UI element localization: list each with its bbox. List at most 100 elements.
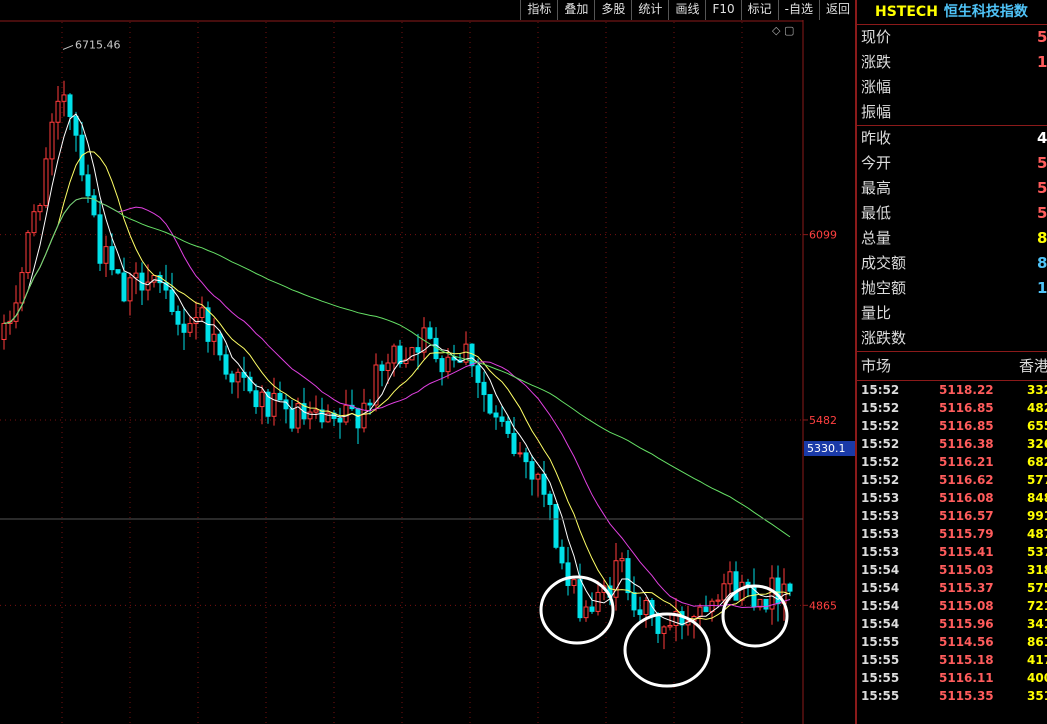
ticks-header-region: 香港 bbox=[1019, 357, 1047, 375]
candle-body bbox=[373, 364, 379, 406]
candle-body bbox=[31, 211, 37, 234]
candle-body bbox=[13, 302, 19, 322]
candle-body bbox=[481, 381, 487, 396]
candle-body bbox=[643, 599, 649, 616]
candle-body bbox=[739, 581, 745, 601]
candle-body bbox=[619, 558, 625, 562]
candle-body bbox=[127, 277, 133, 302]
tick-list: 15:52 5118.22 332 15:52 5116.85 482 15:52 5116.… bbox=[857, 381, 1047, 705]
index-code: HSTECH bbox=[875, 4, 938, 20]
candle-body bbox=[109, 246, 115, 271]
quote-panel: HSTECH 恒生科技指数 现价 51 涨跌 1 涨幅振幅 昨收 49 今开 50 最高 51 最低 5… bbox=[855, 0, 1047, 724]
candle-body bbox=[535, 473, 541, 480]
tick-volume: 655 bbox=[1027, 419, 1047, 433]
quote-value: 87 bbox=[1037, 254, 1047, 272]
tick-volume: 417 bbox=[1027, 653, 1047, 667]
tick-time: 15:53 bbox=[861, 509, 900, 523]
tick-row: 15:55 5116.11 400 bbox=[857, 669, 1047, 687]
candle-body bbox=[475, 365, 481, 383]
candle-body bbox=[313, 409, 319, 413]
quote-label: 涨跌 bbox=[861, 53, 892, 71]
quote-label: 涨跌数 bbox=[861, 329, 907, 347]
tick-price: 5116.08 bbox=[939, 491, 994, 505]
quote-header: HSTECH 恒生科技指数 bbox=[857, 0, 1047, 24]
candle-body bbox=[517, 452, 523, 455]
candle-body bbox=[115, 269, 121, 274]
tick-volume: 326 bbox=[1027, 437, 1047, 451]
tick-row: 15:52 5116.62 577 bbox=[857, 471, 1047, 489]
tick-row: 15:54 5115.03 318 bbox=[857, 561, 1047, 579]
candle-body bbox=[541, 473, 547, 495]
candle-body bbox=[343, 404, 349, 423]
candle-body bbox=[547, 493, 553, 505]
tick-row: 15:53 5116.57 991 bbox=[857, 507, 1047, 525]
tick-volume: 332 bbox=[1027, 383, 1047, 397]
candle-body bbox=[727, 571, 733, 585]
quote-value: 8 bbox=[1037, 229, 1047, 247]
candle-body bbox=[121, 272, 127, 302]
tick-time: 15:52 bbox=[861, 473, 900, 487]
candle-body bbox=[589, 606, 595, 612]
tick-row: 15:54 5115.08 721 bbox=[857, 597, 1047, 615]
candle-body bbox=[229, 373, 235, 383]
tick-price: 5116.38 bbox=[939, 437, 994, 451]
tick-volume: 318 bbox=[1027, 563, 1047, 577]
tick-time: 15:52 bbox=[861, 383, 900, 397]
candle-body bbox=[187, 323, 193, 333]
quote-value: 14 bbox=[1037, 279, 1047, 297]
candle-body bbox=[445, 356, 451, 373]
candle-body bbox=[565, 562, 571, 586]
tick-time: 15:55 bbox=[861, 653, 900, 667]
tick-row: 15:53 5116.08 848 bbox=[857, 489, 1047, 507]
candle-body bbox=[1, 322, 7, 340]
tick-price: 5115.08 bbox=[939, 599, 994, 613]
y-tick-label: 5482 bbox=[809, 414, 837, 427]
quote-value: 51 bbox=[1037, 28, 1047, 46]
candle-body bbox=[439, 358, 445, 373]
candle-body bbox=[391, 345, 397, 364]
tick-price: 5116.62 bbox=[939, 473, 994, 487]
tick-time: 15:52 bbox=[861, 455, 900, 469]
high-label: 6715.46 bbox=[75, 38, 121, 51]
tick-time: 15:52 bbox=[861, 401, 900, 415]
tick-price: 5116.85 bbox=[939, 401, 994, 415]
candle-body bbox=[211, 333, 217, 342]
quote-value: 1 bbox=[1037, 53, 1047, 71]
candlestick-chart: 6099 5482 4865 6715.46 5330.1 bbox=[0, 20, 855, 724]
candle-body bbox=[697, 606, 703, 617]
candle-body bbox=[637, 609, 643, 616]
quote-row: 涨跌 1 bbox=[857, 50, 1047, 75]
tick-volume: 682 bbox=[1027, 455, 1047, 469]
candle-body bbox=[559, 546, 565, 564]
candle-body bbox=[37, 205, 43, 213]
quote-label: 现价 bbox=[861, 28, 892, 46]
quote-value: 51 bbox=[1037, 179, 1047, 197]
candle-body bbox=[61, 94, 67, 102]
candle-body bbox=[49, 121, 55, 160]
quote-label: 量比 bbox=[861, 304, 892, 322]
candle-body bbox=[103, 246, 109, 264]
candle-body bbox=[235, 371, 241, 383]
index-name: 恒生科技指数 bbox=[943, 4, 1028, 20]
candle-body bbox=[661, 626, 667, 634]
candle-body bbox=[625, 558, 631, 594]
tick-row: 15:55 5115.35 351 bbox=[857, 687, 1047, 705]
tick-price: 5115.79 bbox=[939, 527, 994, 541]
candle-body bbox=[85, 174, 91, 197]
candle-body bbox=[367, 402, 373, 406]
tick-volume: 575 bbox=[1027, 581, 1047, 595]
candle-body bbox=[217, 333, 223, 356]
tick-volume: 482 bbox=[1027, 401, 1047, 415]
tick-price: 5116.57 bbox=[939, 509, 994, 523]
annotation-circle bbox=[623, 612, 711, 688]
quote-label: 成交额 bbox=[861, 254, 907, 272]
tick-row: 15:53 5115.41 537 bbox=[857, 543, 1047, 561]
quote-top-group: 现价 51 涨跌 1 涨幅振幅 bbox=[857, 25, 1047, 125]
quote-row: 现价 51 bbox=[857, 25, 1047, 50]
candle-body bbox=[25, 232, 31, 274]
candle-body bbox=[733, 571, 739, 601]
candle-body bbox=[499, 416, 505, 422]
high-marker bbox=[62, 44, 74, 50]
candle-body bbox=[253, 390, 259, 408]
candle-body bbox=[487, 394, 493, 414]
